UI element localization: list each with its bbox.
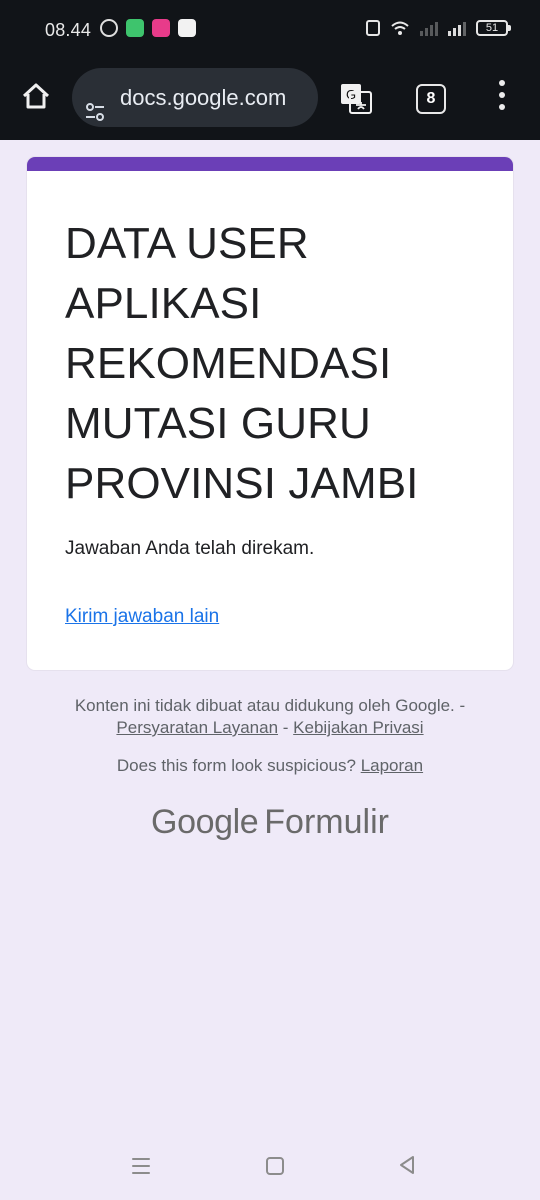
translate-button[interactable]: G [340, 82, 372, 114]
recent-apps-button[interactable] [132, 1156, 152, 1174]
report-link[interactable]: Laporan [361, 756, 423, 775]
wifi-icon [390, 20, 410, 36]
url-text: docs.google.com [120, 85, 287, 110]
terms-link[interactable]: Persyaratan Layanan [116, 718, 278, 737]
back-button[interactable] [398, 1155, 416, 1175]
signal-icon-2 [448, 20, 466, 36]
disclaimer-text: Konten ini tidak dibuat atau didukung ol… [74, 696, 466, 715]
browser-toolbar: docs.google.com G 8 [0, 62, 540, 140]
forms-wordmark: Formulir [264, 803, 389, 841]
confirmation-message: Jawaban Anda telah direkam. [65, 538, 315, 559]
report-row: Does this form look suspicious? Laporan [40, 755, 500, 777]
system-indicators: 51 [366, 20, 511, 36]
card-accent-bar [27, 157, 513, 171]
signal-icon-1 [420, 20, 438, 36]
app-icon-pink [152, 19, 170, 37]
form-title: DATA USER APLIKASI REKOMENDASI MUTASI GU… [65, 219, 419, 508]
nfc-icon [366, 20, 380, 36]
footer-separator: - [282, 718, 289, 737]
more-options-button[interactable] [492, 80, 512, 114]
translate-icon: G [341, 84, 372, 114]
home-icon [22, 83, 50, 109]
app-icon-green [126, 19, 144, 37]
form-confirmation-card: DATA USER APLIKASI REKOMENDASI MUTASI GU… [27, 157, 513, 670]
battery-level: 51 [485, 22, 499, 34]
address-bar[interactable]: docs.google.com [72, 68, 318, 127]
footer-disclaimer: Konten ini tidak dibuat atau didukung ol… [40, 695, 500, 739]
status-bar: 08.44 51 [0, 0, 540, 62]
site-settings-icon[interactable] [84, 86, 106, 121]
android-home-button[interactable] [266, 1157, 284, 1175]
submit-another-response-link[interactable]: Kirim jawaban lain [65, 606, 219, 628]
google-forms-logo[interactable]: Google Formulir [0, 803, 540, 842]
browser-chrome: 08.44 51 docs.google.com G 8 [0, 0, 540, 140]
privacy-link[interactable]: Kebijakan Privasi [293, 718, 423, 737]
battery-icon: 51 [476, 20, 511, 36]
status-time: 08.44 [45, 20, 92, 40]
app-icon-white [178, 19, 196, 37]
tab-switcher-button[interactable]: 8 [416, 84, 446, 114]
home-button[interactable] [20, 80, 52, 112]
google-wordmark: Google [151, 803, 259, 841]
back-icon [400, 1156, 414, 1174]
whatsapp-icon [100, 19, 118, 37]
notification-icons [100, 19, 196, 37]
suspicious-text: Does this form look suspicious? [116, 756, 356, 775]
system-navigation-bar [0, 1140, 540, 1200]
